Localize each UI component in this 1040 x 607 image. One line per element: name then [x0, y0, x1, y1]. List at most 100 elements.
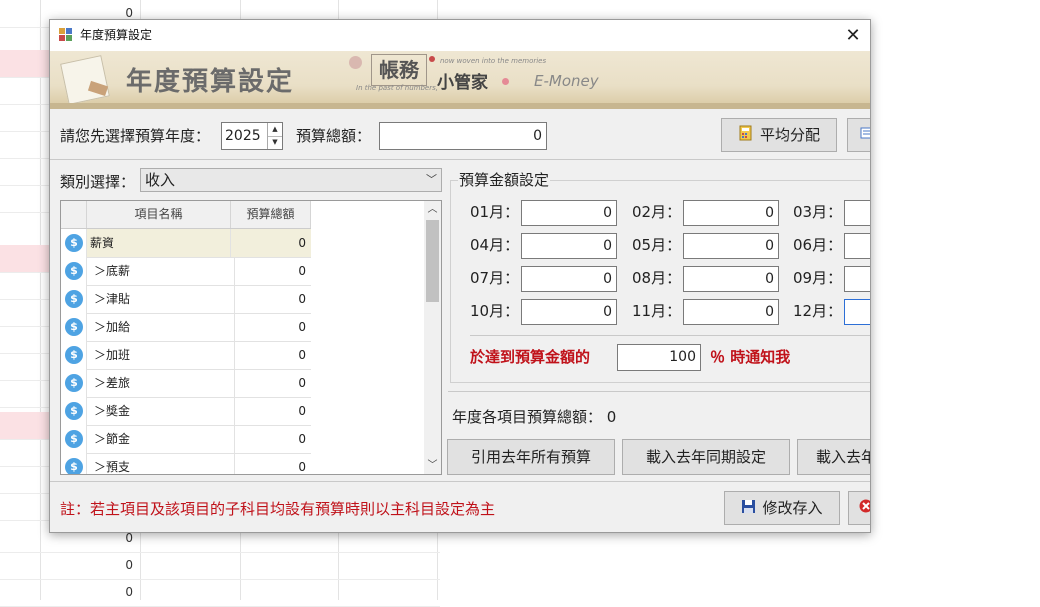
load-last-year-period-button[interactable]: 載入去年同期設定 [622, 439, 790, 475]
header-banner: 年度預算設定 帳務 now woven into the memories In… [50, 51, 870, 109]
extra-toolbar-button[interactable] [847, 118, 870, 152]
table-row[interactable]: $ ＞底薪 0 [61, 257, 311, 286]
separator [50, 159, 870, 160]
scroll-up-icon[interactable]: ︿ [424, 201, 441, 218]
month-input-04[interactable]: 0 [521, 233, 617, 259]
cancel-button[interactable] [848, 491, 870, 525]
month-label-04: 04月： [470, 236, 520, 254]
sheet-row: 0 [0, 552, 440, 580]
close-button[interactable]: ✕ [836, 20, 870, 51]
banner-stripe [50, 103, 870, 109]
month-input-01[interactable]: 0 [521, 200, 617, 226]
month-input-10[interactable]: 0 [521, 299, 617, 325]
month-input-05[interactable]: 0 [683, 233, 779, 259]
month-input-12[interactable] [844, 299, 870, 325]
dollar-coin-icon: $ [65, 458, 83, 474]
annual-summary-label: 年度各項目預算總額： 0 [452, 406, 616, 428]
item-name: ＞預支 [90, 453, 235, 474]
month-label-09: 09月： [793, 269, 843, 287]
table-row[interactable]: $ ＞預支 0 [61, 453, 311, 474]
year-value: 2025 [225, 128, 261, 144]
footnote: 註：若主項目及該項目的子科目均設有預算時則以主科目設定為主 [60, 500, 496, 518]
item-total: 0 [298, 236, 306, 250]
item-total: 0 [298, 320, 306, 334]
budget-total-label: 預算總額： [296, 127, 372, 145]
table-row[interactable]: $ ＞獎金 0 [61, 397, 311, 426]
floppy-disk-icon [741, 493, 756, 525]
item-name: ＞加給 [90, 313, 235, 341]
save-button[interactable]: 修改存入 [724, 491, 840, 525]
average-distribute-button[interactable]: 平均分配 [721, 118, 837, 152]
year-stepper[interactable]: 2025 ▲ ▼ [221, 122, 283, 150]
grid-corner [61, 201, 87, 228]
table-row[interactable]: $ ＞津貼 0 [61, 285, 311, 314]
month-input-03[interactable] [844, 200, 870, 226]
item-name: ＞節金 [90, 425, 235, 453]
grid-scrollbar[interactable]: ︿ ﹀ [424, 201, 441, 474]
scrollbar-thumb[interactable] [426, 220, 439, 302]
decorative-dot [349, 56, 362, 69]
table-row[interactable]: $ ＞差旅 0 [61, 369, 311, 398]
category-value: 收入 [145, 171, 176, 189]
row-header: $ [61, 285, 87, 313]
month-input-06[interactable] [844, 233, 870, 259]
month-input-08[interactable]: 0 [683, 266, 779, 292]
column-header-budget-total[interactable]: 預算總額 [231, 201, 311, 228]
load-last-year-button[interactable]: 載入去年 [797, 439, 870, 475]
alert-suffix: ％ 時通知我 [710, 348, 791, 366]
stepper-down-icon[interactable]: ▼ [268, 136, 282, 149]
dollar-coin-icon: $ [65, 318, 83, 336]
month-input-09[interactable] [844, 266, 870, 292]
decorative-dot [429, 56, 435, 62]
month-label-08: 08月： [632, 269, 682, 287]
dollar-coin-icon: $ [65, 346, 83, 364]
row-header: $ [61, 313, 87, 341]
average-distribute-label: 平均分配 [759, 126, 820, 144]
month-label-03: 03月： [793, 203, 843, 221]
dollar-coin-icon: $ [65, 374, 83, 392]
table-row[interactable]: $ ＞加班 0 [61, 341, 311, 370]
category-select[interactable]: 收入 ﹀ [140, 168, 442, 192]
month-input-07[interactable]: 0 [521, 266, 617, 292]
document-icon [60, 55, 110, 105]
category-label: 類別選擇： [60, 173, 136, 191]
month-label-12: 12月： [793, 302, 843, 320]
scroll-down-icon[interactable]: ﹀ [424, 457, 441, 474]
banner-brand: E-Money [534, 72, 599, 90]
item-name: ＞底薪 [90, 257, 235, 285]
table-row[interactable]: $ ＞節金 0 [61, 425, 311, 454]
alert-prefix: 於達到預算金額的 [470, 348, 591, 366]
calculator-icon [738, 120, 754, 152]
dollar-coin-icon: $ [65, 402, 83, 420]
separator [470, 335, 870, 336]
chevron-down-icon: ﹀ [426, 173, 437, 186]
item-total: 0 [298, 432, 306, 446]
month-label-02: 02月： [632, 203, 682, 221]
table-row[interactable]: $ 薪資 0 [61, 229, 311, 258]
sheet-row: 0 [0, 579, 440, 607]
month-input-02[interactable]: 0 [683, 200, 779, 226]
item-name: ＞加班 [90, 341, 235, 369]
cancel-icon [859, 499, 870, 517]
save-label: 修改存入 [762, 499, 823, 517]
window-title: 年度預算設定 [80, 28, 153, 42]
item-total: 0 [298, 348, 306, 362]
month-label-10: 10月： [470, 302, 520, 320]
stepper-up-icon[interactable]: ▲ [268, 123, 282, 137]
monthly-budget-group-title: 預算金額設定 [458, 169, 551, 190]
alert-percent-input[interactable]: 100 [617, 344, 701, 371]
table-row[interactable]: $ ＞加給 0 [61, 313, 311, 342]
item-name: 薪資 [90, 229, 231, 257]
dollar-coin-icon: $ [65, 290, 83, 308]
row-header: $ [61, 425, 87, 453]
banner-box-label: 帳務 [371, 54, 427, 86]
month-input-11[interactable]: 0 [683, 299, 779, 325]
copy-last-year-all-button[interactable]: 引用去年所有預算 [447, 439, 615, 475]
budget-total-input[interactable]: 0 [379, 122, 547, 150]
item-name: ＞獎金 [90, 397, 235, 425]
column-header-item-name[interactable]: 項目名稱 [87, 201, 231, 228]
item-total: 0 [298, 292, 306, 306]
year-label: 請您先選擇預算年度： [60, 127, 211, 145]
dollar-coin-icon: $ [65, 262, 83, 280]
sheet-cell: 0 [125, 558, 133, 572]
